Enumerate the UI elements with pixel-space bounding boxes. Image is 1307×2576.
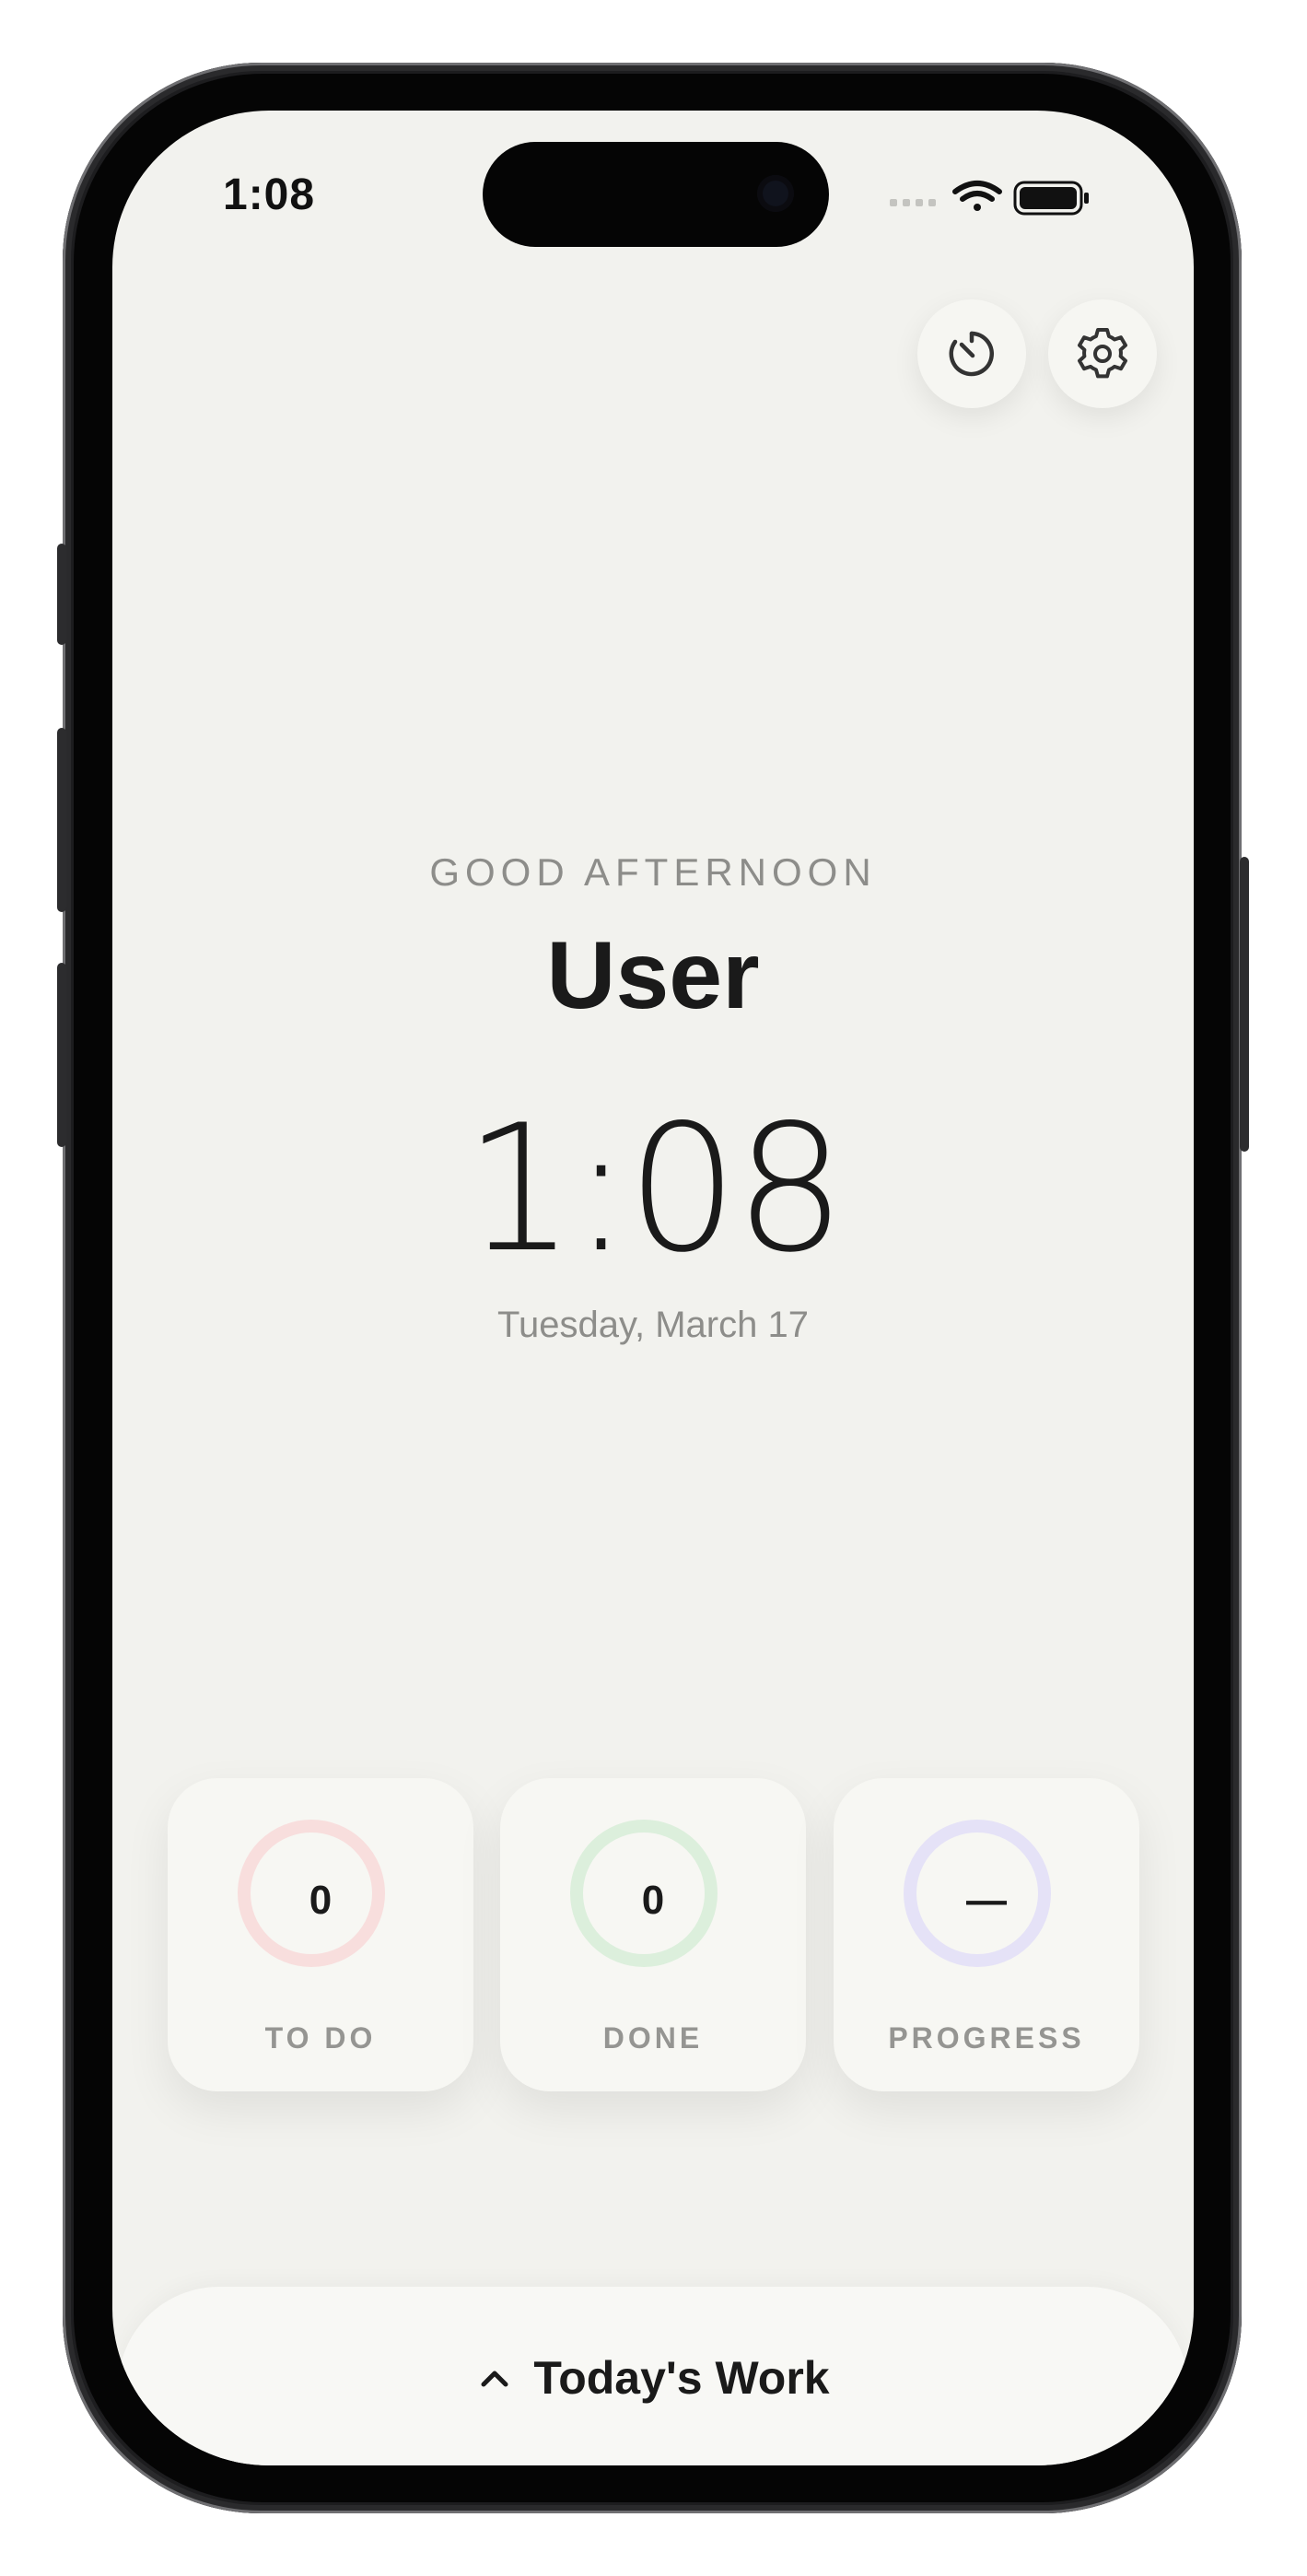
greeting-text: GOOD AFTERNOON — [429, 850, 877, 894]
large-clock: 1:08 — [463, 1087, 846, 1291]
dynamic-island — [483, 142, 829, 247]
status-bar-indicators — [886, 179, 1107, 216]
timer-icon — [949, 331, 994, 377]
chevron-up-icon — [481, 2371, 508, 2387]
action-button — [57, 544, 66, 645]
wifi-icon — [952, 181, 1002, 211]
stat-card-done[interactable]: 0 DONE — [500, 1778, 806, 2091]
date-text: Tuesday, March 17 — [497, 1305, 809, 1345]
todo-label: TO DO — [264, 2021, 377, 2055]
status-bar-time: 1:08 — [223, 170, 316, 219]
stat-card-progress[interactable]: — PROGRESS — [834, 1778, 1139, 2091]
app-screen: 1:08 GOOD AFTERNOON User 1:08 Tuesday, M… — [112, 111, 1194, 2465]
power-button — [1240, 857, 1249, 1152]
sheet-title: Today's Work — [533, 2352, 830, 2404]
todo-count: 0 — [309, 1878, 333, 1923]
sheet-header[interactable]: Today's Work — [118, 2351, 1188, 2405]
done-count: 0 — [641, 1878, 665, 1923]
progress-label: PROGRESS — [888, 2021, 1085, 2055]
gear-icon — [1078, 328, 1127, 379]
done-label: DONE — [602, 2021, 704, 2055]
status-icons — [890, 181, 1089, 216]
stat-card-todo[interactable]: 0 TO DO — [168, 1778, 473, 2091]
cellular-signal-icon — [890, 199, 936, 206]
todays-work-sheet[interactable]: Today's Work — [118, 2287, 1188, 2465]
progress-value: — — [966, 1878, 1007, 1923]
user-name: User — [546, 922, 760, 1029]
volume-up-button — [57, 728, 66, 912]
front-camera — [757, 175, 794, 212]
volume-down-button — [57, 963, 66, 1147]
timer-button[interactable] — [917, 299, 1026, 408]
settings-button[interactable] — [1048, 299, 1157, 408]
battery-icon — [1013, 181, 1089, 216]
